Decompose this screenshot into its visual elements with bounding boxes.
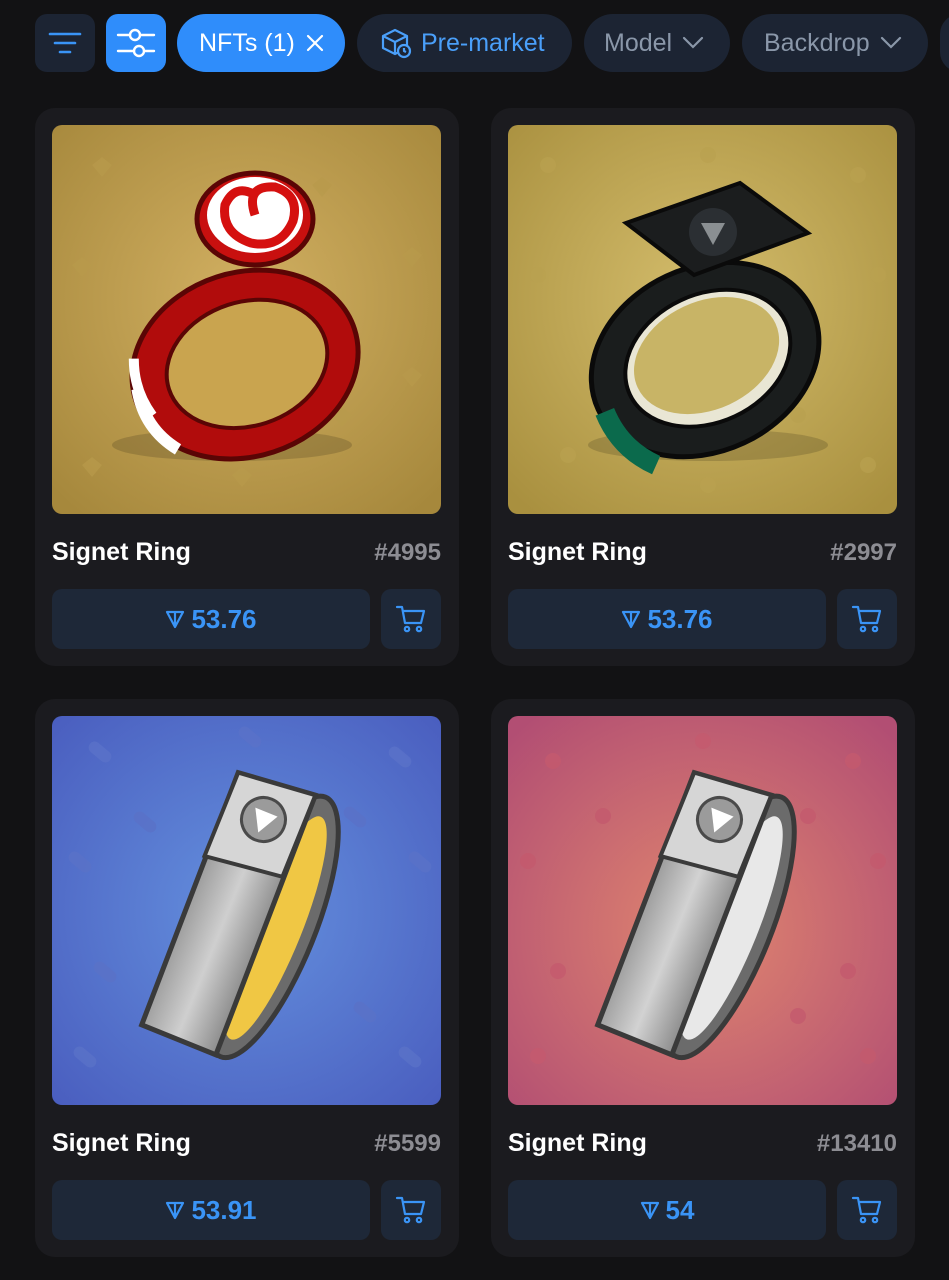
buy-price-button[interactable]: 54 bbox=[508, 1180, 826, 1240]
nfts-filter-chip[interactable]: NFTs (1) bbox=[177, 14, 345, 72]
price-value: 53.91 bbox=[191, 1194, 257, 1225]
cart-icon bbox=[395, 1194, 427, 1226]
ton-icon bbox=[640, 1200, 660, 1220]
sort-lines-icon bbox=[48, 30, 82, 56]
ton-icon bbox=[165, 1200, 185, 1220]
filter-bar: NFTs (1) Pre-market Model Backdrop bbox=[0, 0, 949, 88]
nft-number: #2997 bbox=[830, 539, 897, 566]
price-value: 53.76 bbox=[647, 603, 713, 634]
backdrop-filter-chip[interactable]: Backdrop bbox=[742, 14, 928, 72]
add-to-cart-button[interactable] bbox=[837, 589, 897, 649]
price-value: 53.76 bbox=[191, 603, 257, 634]
nfts-chip-label: NFTs (1) bbox=[199, 28, 295, 57]
nft-image bbox=[508, 716, 897, 1105]
buy-price-button[interactable]: 53.76 bbox=[508, 589, 826, 649]
nft-name: Signet Ring bbox=[52, 1129, 191, 1157]
price-value: 54 bbox=[665, 1194, 695, 1225]
cart-icon bbox=[395, 603, 427, 635]
backdrop-chip-label: Backdrop bbox=[764, 28, 870, 57]
nft-number: #4995 bbox=[374, 539, 441, 566]
sliders-icon bbox=[116, 25, 156, 61]
nft-card[interactable]: Signet Ring #4995 53.76 bbox=[35, 108, 459, 666]
nft-name: Signet Ring bbox=[508, 1129, 647, 1157]
close-icon[interactable] bbox=[305, 33, 325, 53]
nft-image bbox=[52, 716, 441, 1105]
box-clock-icon bbox=[379, 26, 413, 60]
nft-name: Signet Ring bbox=[508, 538, 647, 566]
sort-button[interactable] bbox=[35, 14, 95, 72]
ton-icon bbox=[165, 609, 185, 629]
nft-name: Signet Ring bbox=[52, 538, 191, 566]
chevron-down-icon bbox=[682, 36, 704, 50]
cart-icon bbox=[851, 603, 883, 635]
filter-settings-button[interactable] bbox=[106, 14, 166, 72]
buy-price-button[interactable]: 53.91 bbox=[52, 1180, 370, 1240]
buy-price-button[interactable]: 53.76 bbox=[52, 589, 370, 649]
nft-number: #5599 bbox=[374, 1130, 441, 1157]
premarket-filter-chip[interactable]: Pre-market bbox=[357, 14, 572, 72]
model-filter-chip[interactable]: Model bbox=[584, 14, 730, 72]
model-chip-label: Model bbox=[604, 28, 673, 57]
nft-card[interactable]: Signet Ring #13410 54 bbox=[491, 699, 915, 1257]
add-to-cart-button[interactable] bbox=[381, 589, 441, 649]
premarket-chip-label: Pre-market bbox=[421, 28, 545, 57]
nft-card[interactable]: Signet Ring #5599 53.91 bbox=[35, 699, 459, 1257]
ton-icon bbox=[621, 609, 641, 629]
cart-icon bbox=[851, 1194, 883, 1226]
nft-number: #13410 bbox=[816, 1130, 897, 1157]
nft-card[interactable]: Signet Ring #2997 53.76 bbox=[491, 108, 915, 666]
nft-image bbox=[52, 125, 441, 514]
nft-image bbox=[508, 125, 897, 514]
chevron-down-icon bbox=[880, 36, 902, 50]
more-filter-chip[interactable] bbox=[940, 14, 949, 72]
add-to-cart-button[interactable] bbox=[837, 1180, 897, 1240]
add-to-cart-button[interactable] bbox=[381, 1180, 441, 1240]
